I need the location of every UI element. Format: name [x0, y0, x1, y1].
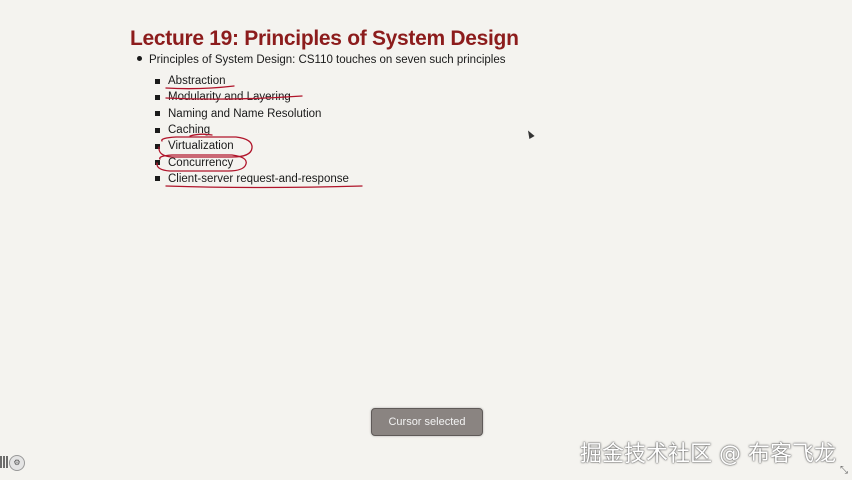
principle-label: Naming and Name Resolution	[168, 107, 322, 120]
list-item: Virtualization	[155, 138, 349, 154]
square-bullet-icon	[155, 143, 160, 149]
gear-icon[interactable]: ⚙	[9, 455, 25, 471]
status-toast: Cursor selected	[371, 408, 483, 436]
square-bullet-icon	[155, 111, 160, 117]
list-item: Caching	[155, 122, 349, 138]
list-item: Naming and Name Resolution	[155, 106, 349, 122]
bullet-dot-icon	[137, 56, 142, 62]
principle-label: Client-server request-and-response	[168, 172, 349, 185]
resize-grip-icon[interactable]: ⤡	[840, 465, 848, 476]
square-bullet-icon	[155, 78, 160, 84]
watermark: 掘金技术社区 @ 布客飞龙	[580, 442, 836, 467]
cursor-arrow-icon	[525, 129, 535, 139]
principle-label: Caching	[168, 124, 211, 137]
list-item: Abstraction	[155, 73, 349, 89]
list-item: Client-server request-and-response	[155, 171, 349, 187]
principle-label: Concurrency	[168, 156, 234, 169]
list-item: Concurrency	[155, 154, 349, 170]
slide-title: Lecture 19: Principles of System Design	[130, 27, 519, 50]
square-bullet-icon	[155, 160, 160, 166]
principles-list: Abstraction Modularity and Layering Nami…	[155, 73, 349, 187]
principle-label: Modularity and Layering	[168, 91, 291, 104]
principle-label: Virtualization	[168, 140, 234, 153]
square-bullet-icon	[155, 176, 160, 182]
square-bullet-icon	[155, 127, 160, 133]
list-item: Modularity and Layering	[155, 89, 349, 105]
grip-icon	[0, 456, 8, 468]
main-bullet-text: Principles of System Design: CS110 touch…	[149, 54, 506, 66]
main-bullet: Principles of System Design: CS110 touch…	[137, 54, 505, 66]
square-bullet-icon	[155, 94, 160, 100]
principle-label: Abstraction	[168, 75, 226, 88]
